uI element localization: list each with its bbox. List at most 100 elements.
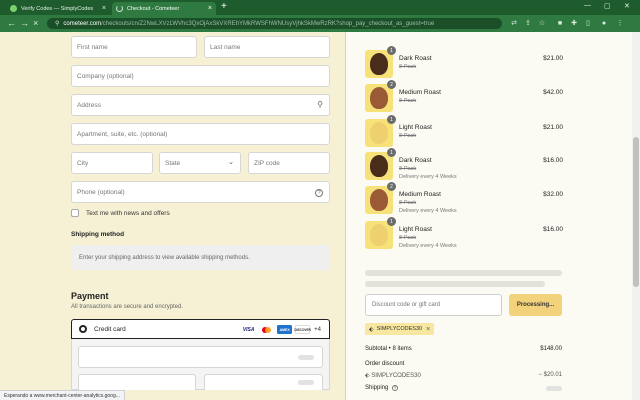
first-name-input[interactable]: First name	[71, 36, 197, 58]
new-tab-button[interactable]: +	[221, 1, 227, 12]
phone-placeholder: Phone (optional)	[77, 188, 125, 196]
sidepanel-icon[interactable]: ▯	[584, 20, 592, 28]
forward-arrow-icon[interactable]: →	[20, 18, 29, 28]
page-scrollbar[interactable]	[632, 32, 640, 400]
translate-icon[interactable]: ⇄	[510, 20, 518, 28]
item-price: $16.00	[543, 157, 563, 164]
stop-loading-icon[interactable]: ×	[33, 18, 38, 28]
loading-skeleton	[365, 281, 545, 287]
quantity-badge: 1	[387, 115, 396, 124]
tab-verify-codes[interactable]: Verify Codes — SimplyCodes ×	[6, 2, 110, 15]
item-price: $21.00	[543, 55, 563, 62]
discount-value: − $20.01	[538, 372, 562, 378]
zip-placeholder: ZIP code	[254, 159, 280, 167]
bookmark-star-icon[interactable]: ☆	[538, 20, 546, 28]
item-name: Dark Roast	[399, 55, 432, 62]
state-placeholder: State	[165, 159, 181, 167]
profile-avatar[interactable]: ●	[600, 20, 608, 28]
order-item: 2 Medium Roast 8-Pack $42.00	[365, 80, 565, 116]
discount-placeholder: Discount code or gift card	[372, 302, 441, 308]
menu-kebab-icon[interactable]: ⋮	[616, 20, 624, 28]
news-opt-in[interactable]: Text me with news and offers	[71, 209, 170, 217]
extension-icon[interactable]: ■	[556, 20, 564, 28]
item-price: $16.00	[543, 226, 563, 233]
close-tab-icon[interactable]: ×	[102, 5, 106, 12]
chevron-down-icon: ⌄	[228, 159, 234, 166]
item-name: Light Roast	[399, 226, 432, 233]
apartment-input[interactable]: Apartment, suite, etc. (optional)	[71, 123, 330, 145]
quantity-badge: 2	[387, 80, 396, 89]
discount-code-input[interactable]: Discount code or gift card	[365, 294, 502, 316]
amex-icon: AMEX	[277, 325, 293, 334]
city-input[interactable]: City	[71, 152, 153, 174]
address-input[interactable]: Address ⚲	[71, 94, 330, 116]
shipping-label: Shipping	[365, 385, 389, 391]
back-arrow-icon[interactable]: ←	[7, 18, 16, 28]
quantity-badge: 1	[387, 148, 396, 157]
item-pack: 8-Pack	[399, 133, 417, 139]
help-icon[interactable]: ?	[315, 189, 323, 197]
shipping-method-box: Enter your shipping address to view avai…	[71, 245, 330, 270]
applied-code: SIMPLYCODES30	[376, 326, 423, 332]
card-brands: VISA AMEX DISCOVER +4	[238, 325, 321, 334]
site-info-icon[interactable]: ⚲	[55, 20, 59, 27]
share-icon[interactable]: ⇪	[524, 20, 532, 28]
coffee-bag-icon	[370, 53, 388, 75]
apply-discount-button[interactable]: Processing...	[509, 294, 562, 316]
credit-card-option[interactable]: Credit card VISA AMEX DISCOVER +4	[71, 319, 330, 339]
maximize-icon[interactable]: ▢	[604, 2, 611, 10]
loading-spinner-icon	[116, 5, 123, 12]
order-item: 1 Light Roast 8-Pack $21.00	[365, 115, 565, 151]
card-number-field[interactable]	[78, 346, 323, 368]
item-pack: 8-Pack	[399, 64, 417, 70]
coffee-bag-icon	[370, 189, 388, 211]
address-bar[interactable]: ⚲ cometeer.com /checkouts/cn/Z2NwLXVzLWV…	[47, 18, 502, 29]
url-path: /checkouts/cn/Z2NwLXVzLWVhc3QxOjAxSkVXRE…	[101, 20, 435, 27]
url-host: cometeer.com	[63, 20, 102, 27]
tab-checkout[interactable]: Checkout - Cometeer ×	[112, 2, 216, 15]
phone-input[interactable]: Phone (optional) ?	[71, 181, 330, 203]
zip-input[interactable]: ZIP code	[248, 152, 330, 174]
discount-code-row: ⬖ SIMPLYCODES30 − $20.01	[365, 372, 562, 379]
extensions-puzzle-icon[interactable]: ✚	[570, 20, 578, 28]
quantity-badge: 2	[387, 182, 396, 191]
city-placeholder: City	[77, 159, 89, 167]
scrollbar-thumb[interactable]	[633, 137, 639, 287]
help-icon[interactable]: ?	[392, 385, 399, 391]
state-select[interactable]: State ⌄	[159, 152, 241, 174]
item-name: Dark Roast	[399, 157, 432, 164]
company-placeholder: Company (optional)	[77, 72, 134, 80]
order-discount-label: Order discount	[365, 361, 405, 367]
item-pack: 8-Pack	[399, 98, 417, 104]
last-name-input[interactable]: Last name	[204, 36, 330, 58]
card-expiry-field[interactable]	[78, 374, 196, 390]
apartment-placeholder: Apartment, suite, etc. (optional)	[77, 130, 168, 138]
card-cvv-field[interactable]	[204, 374, 323, 390]
credit-card-radio[interactable]	[79, 325, 87, 333]
company-input[interactable]: Company (optional)	[71, 65, 330, 87]
news-checkbox[interactable]	[71, 209, 79, 217]
order-item: 1 Dark Roast 8-Pack Delivery every 4 Weeks $…	[365, 148, 565, 184]
coffee-bag-icon	[370, 122, 388, 144]
address-placeholder: Address	[77, 101, 101, 109]
simplycodes-favicon-icon	[10, 5, 17, 12]
subtotal-label: Subtotal • 8 items	[365, 346, 412, 352]
close-tab-icon[interactable]: ×	[208, 5, 212, 12]
item-name: Medium Roast	[399, 89, 441, 96]
item-delivery: Delivery every 4 Weeks	[399, 243, 457, 249]
credit-card-label: Credit card	[94, 325, 126, 333]
visa-icon: VISA	[241, 325, 257, 334]
tab-title: Checkout - Cometeer	[127, 5, 180, 12]
remove-discount-icon[interactable]: ×	[426, 326, 430, 333]
payment-title: Payment	[71, 291, 109, 301]
shipping-method-title: Shipping method	[71, 231, 125, 238]
shipping-note: Enter your shipping address to view avai…	[79, 254, 250, 261]
close-window-icon[interactable]: ✕	[624, 2, 630, 10]
order-item: 1 Dark Roast 8-Pack $21.00	[365, 46, 565, 82]
minimize-icon[interactable]: —	[584, 2, 591, 9]
mastercard-icon	[259, 325, 275, 334]
discount-code-label: SIMPLYCODES30	[371, 373, 421, 379]
tag-icon: ⬖	[369, 326, 374, 333]
quantity-badge: 1	[387, 46, 396, 55]
coffee-bag-icon	[370, 224, 388, 246]
